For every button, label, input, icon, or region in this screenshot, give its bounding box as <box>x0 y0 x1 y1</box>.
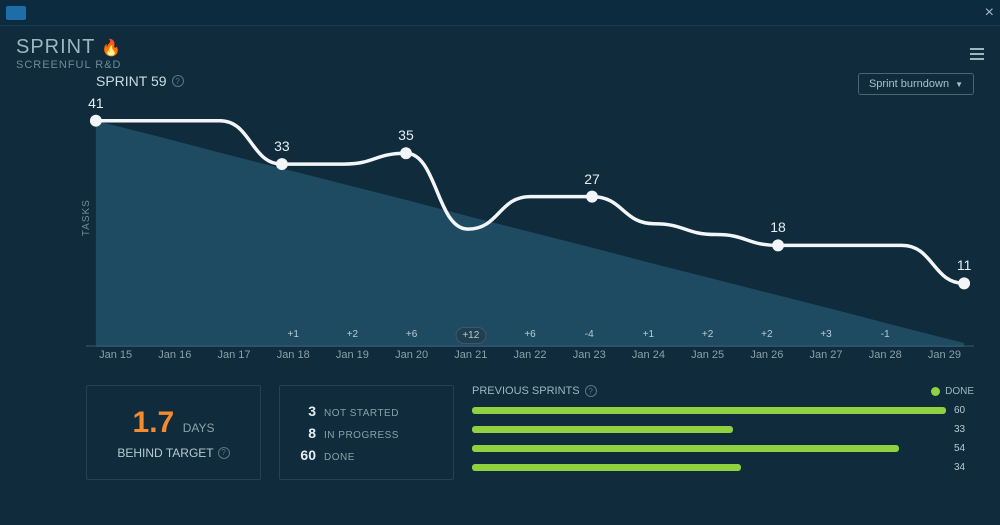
bar-fill <box>472 445 899 452</box>
x-tick: Jan 26+2 <box>737 349 796 377</box>
plot: 41 33 35 27 18 11 <box>86 95 974 347</box>
data-point[interactable] <box>276 158 288 170</box>
delta-badge: +2 <box>696 327 719 342</box>
chevron-down-icon: ▼ <box>955 80 963 89</box>
data-point[interactable] <box>90 115 102 127</box>
count-number: 8 <box>290 425 316 441</box>
data-point[interactable] <box>772 239 784 251</box>
previous-sprints-panel: PREVIOUS SPRINTS ? DONE 60 33 54 34 <box>472 385 974 480</box>
data-point[interactable] <box>958 277 970 289</box>
previous-sprint-bar: 54 <box>472 441 974 455</box>
x-tick: Jan 24+1 <box>619 349 678 377</box>
count-label: NOT STARTED <box>324 408 399 419</box>
x-tick: Jan 18+1 <box>264 349 323 377</box>
sprint-label: SPRINT 59 ? <box>96 73 184 89</box>
delta-badge: +2 <box>341 327 364 342</box>
status-count-row: 60 DONE <box>290 447 443 463</box>
help-icon[interactable]: ? <box>585 385 597 397</box>
dropdown-label: Sprint burndown <box>869 78 949 90</box>
count-number: 60 <box>290 447 316 463</box>
delta-badge: +6 <box>400 327 423 342</box>
menu-icon[interactable] <box>970 48 984 60</box>
page-subtitle: SCREENFUL R&D <box>16 59 122 71</box>
delta-badge: +3 <box>814 327 837 342</box>
data-point[interactable] <box>400 147 412 159</box>
page-title: SPRINT <box>16 36 95 59</box>
delta-badge: +1 <box>637 327 660 342</box>
header: SPRINT 🔥 SCREENFUL R&D <box>16 36 984 71</box>
x-tick: Jan 16 <box>145 349 204 377</box>
chart-area: SPRINT 59 ? Sprint burndown ▼ TASKS 4133… <box>86 77 974 377</box>
x-tick: Jan 27+3 <box>796 349 855 377</box>
delta-badge: +2 <box>755 327 778 342</box>
delta-badge: +6 <box>518 327 541 342</box>
bar-value: 54 <box>954 443 974 454</box>
delta-badge: -4 <box>579 327 600 342</box>
x-tick: Jan 28-1 <box>856 349 915 377</box>
help-icon[interactable]: ? <box>172 75 184 87</box>
status-count-row: 3 NOT STARTED <box>290 403 443 419</box>
x-tick: Jan 19+2 <box>323 349 382 377</box>
help-icon[interactable]: ? <box>218 447 230 459</box>
bar-fill <box>472 426 733 433</box>
legend-dot-icon <box>931 387 940 396</box>
fire-icon: 🔥 <box>101 38 121 58</box>
x-tick: Jan 21+12 <box>441 349 500 377</box>
count-number: 3 <box>290 403 316 419</box>
data-point-label: 35 <box>398 127 414 143</box>
delta-badge: +12 <box>455 327 486 344</box>
kpi-panel: 1.7 DAYS BEHIND TARGET ? <box>86 385 261 480</box>
delta-badge: +1 <box>282 327 305 342</box>
status-count-row: 8 IN PROGRESS <box>290 425 443 441</box>
legend-label: DONE <box>945 386 974 397</box>
x-tick: Jan 23-4 <box>560 349 619 377</box>
app-body: SPRINT 🔥 SCREENFUL R&D SPRINT 59 ? Sprin… <box>0 26 1000 525</box>
app-flag-icon <box>6 6 26 20</box>
bar-value: 34 <box>954 462 974 473</box>
data-point[interactable] <box>586 191 598 203</box>
data-point-label: 11 <box>957 257 972 273</box>
kpi-unit: DAYS <box>183 421 215 435</box>
previous-title: PREVIOUS SPRINTS <box>472 385 580 397</box>
count-label: IN PROGRESS <box>324 430 399 441</box>
bar-value: 33 <box>954 424 974 435</box>
previous-sprint-bar: 60 <box>472 403 974 417</box>
delta-badge: -1 <box>875 327 896 342</box>
data-point-label: 33 <box>274 138 290 154</box>
data-point-label: 27 <box>584 171 600 187</box>
x-tick: Jan 20+6 <box>382 349 441 377</box>
window-titlebar: × <box>0 0 1000 26</box>
chart-type-dropdown[interactable]: Sprint burndown ▼ <box>858 73 974 95</box>
x-tick: Jan 17 <box>204 349 263 377</box>
legend-done: DONE <box>931 386 974 397</box>
burndown-area <box>96 121 964 347</box>
previous-sprint-bar: 33 <box>472 422 974 436</box>
x-tick: Jan 22+6 <box>500 349 559 377</box>
bar-fill <box>472 464 741 471</box>
x-tick: Jan 29 <box>915 349 974 377</box>
data-point-label: 41 <box>88 95 104 111</box>
header-left: SPRINT 🔥 SCREENFUL R&D <box>16 36 122 71</box>
x-tick: Jan 15 <box>86 349 145 377</box>
close-icon[interactable]: × <box>985 4 994 22</box>
x-axis: Jan 15Jan 16Jan 17Jan 18+1Jan 19+2Jan 20… <box>86 349 974 377</box>
x-tick: Jan 25+2 <box>678 349 737 377</box>
chart-svg <box>86 95 974 347</box>
kpi-label: BEHIND TARGET <box>117 446 213 460</box>
bar-fill <box>472 407 946 414</box>
previous-sprint-bar: 34 <box>472 460 974 474</box>
bar-value: 60 <box>954 405 974 416</box>
kpi-value: 1.7 <box>133 406 175 439</box>
data-point-label: 18 <box>770 219 786 235</box>
count-label: DONE <box>324 452 355 463</box>
sprint-name: SPRINT 59 <box>96 73 167 89</box>
status-counts-panel: 3 NOT STARTED 8 IN PROGRESS 60 DONE <box>279 385 454 480</box>
bottom-panels: 1.7 DAYS BEHIND TARGET ? 3 NOT STARTED 8 IN… <box>86 385 974 480</box>
